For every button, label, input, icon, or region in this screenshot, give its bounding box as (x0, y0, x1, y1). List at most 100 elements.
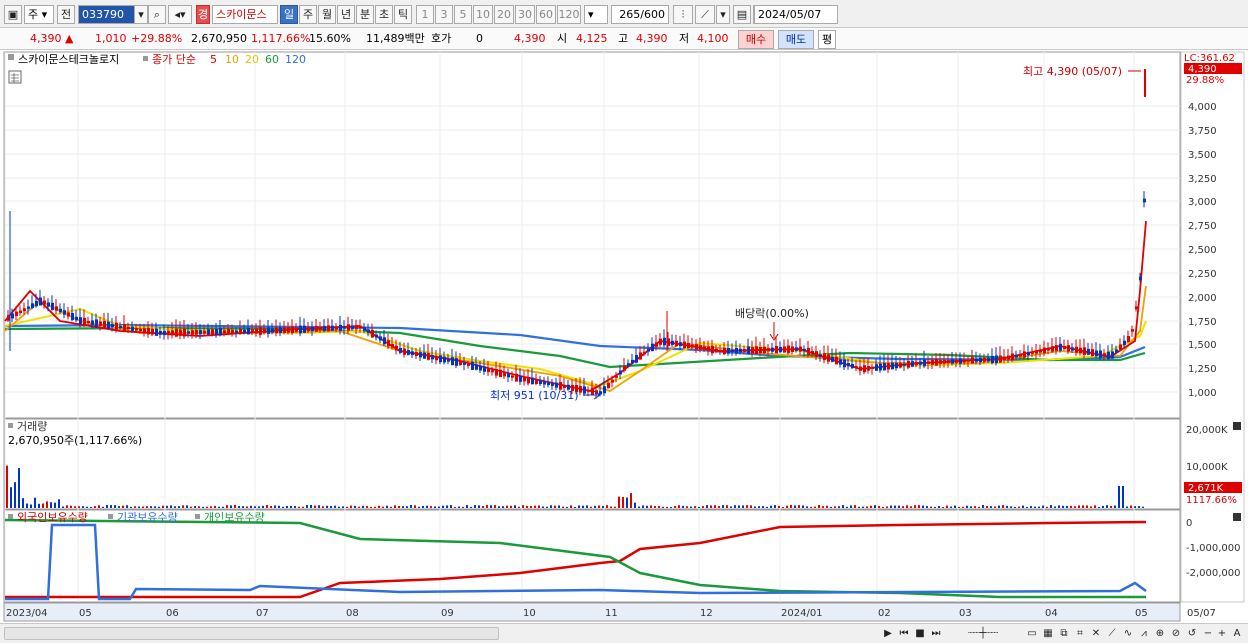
layout-grid-icon[interactable]: ▦ (1040, 626, 1056, 642)
interval-3[interactable]: 3 (435, 5, 453, 24)
date-field[interactable]: 2024/05/07 (754, 5, 838, 24)
volume-bar (650, 505, 652, 508)
x-axis-label: 2024/01 (781, 608, 823, 619)
reset-icon[interactable]: ↺ (1184, 626, 1200, 642)
market-select[interactable]: 주 ▾ (24, 5, 54, 24)
period-year[interactable]: 년 (337, 5, 355, 24)
volume-bar (470, 506, 472, 508)
volume-close-icon[interactable] (1233, 422, 1241, 430)
period-tick[interactable]: 틱 (394, 5, 412, 24)
wave-icon[interactable]: ∿ (1120, 626, 1136, 642)
interval-5[interactable]: 5 (454, 5, 472, 24)
code-dropdown-icon[interactable]: ▾ (134, 5, 148, 24)
candle-body (223, 330, 226, 334)
volume-bar (870, 505, 872, 508)
candle-body (431, 355, 434, 360)
draw-dropdown-icon[interactable]: ▾ (716, 5, 730, 24)
eval-button[interactable]: 평 (818, 30, 836, 49)
indicator-icon[interactable]: ⌗ (1072, 626, 1088, 642)
volume-bar (1022, 505, 1024, 508)
crosshair-icon[interactable]: ✕ (1088, 626, 1104, 642)
up-arrow-icon: ▲ (65, 32, 74, 45)
plus-icon[interactable]: + (1214, 626, 1230, 642)
candle-body (819, 354, 822, 357)
interval-120[interactable]: 120 (557, 5, 581, 24)
period-day[interactable]: 일 (280, 5, 298, 24)
draw-line-icon[interactable]: ⟋ (695, 5, 715, 24)
candle-body (715, 348, 718, 352)
buy-button[interactable]: 매수 (738, 30, 774, 49)
candle-body (579, 386, 582, 393)
split-view-icon[interactable]: ▭ (1024, 626, 1040, 642)
interval-30[interactable]: 30 (515, 5, 535, 24)
volume-bar (1106, 505, 1108, 508)
rewind-icon[interactable]: ⏮ (896, 626, 912, 642)
volume-bar (334, 505, 336, 508)
scroll-right-icon[interactable]: ▶ (880, 626, 896, 642)
volume-bar (618, 496, 620, 508)
candle-body (111, 324, 114, 328)
stock-code-input[interactable]: 033790 (78, 5, 136, 24)
candle-body (523, 377, 526, 382)
chart-area[interactable]: 4,000 3,750 3,500 3,250 3,000 2,750 2,500 2,250… (0, 51, 1248, 623)
period-week[interactable]: 주 (299, 5, 317, 24)
data-count[interactable]: 265/600 (611, 5, 669, 24)
candle-body (803, 348, 806, 352)
compare-icon[interactable]: ⧉ (1056, 626, 1072, 642)
interval-custom-select[interactable]: ▾ (584, 5, 608, 24)
interval-1[interactable]: 1 (416, 5, 434, 24)
interval-60[interactable]: 60 (536, 5, 556, 24)
fast-forward-icon[interactable]: ⏭ (928, 626, 944, 642)
legend-handle-icon[interactable] (8, 54, 14, 60)
erase-icon[interactable]: ⊘ (1168, 626, 1184, 642)
volume-bar (710, 505, 712, 508)
layout-icon[interactable]: ▣ (4, 5, 22, 24)
data-count-total: /600 (640, 8, 665, 21)
foreign-handle-icon[interactable] (8, 514, 13, 519)
inst-handle-icon[interactable] (108, 514, 113, 519)
save-icon[interactable]: ▤ (733, 5, 751, 24)
stop-icon[interactable]: ■ (912, 626, 928, 642)
period-second[interactable]: 초 (375, 5, 393, 24)
holdings-close-icon[interactable] (1233, 513, 1241, 521)
candle-body (871, 366, 874, 369)
indiv-handle-icon[interactable] (195, 514, 200, 519)
search-icon[interactable]: ⌕ (148, 5, 166, 24)
volume-bar (1086, 505, 1088, 508)
prev-button[interactable]: 전 (57, 5, 75, 24)
volume-bar (398, 506, 400, 508)
candle-body (143, 328, 146, 333)
stock-name-field[interactable]: 스카이문스 (212, 5, 278, 24)
candle-body (531, 377, 534, 385)
interval-10[interactable]: 10 (473, 5, 493, 24)
volume-bar (1046, 506, 1048, 508)
volume-handle-icon[interactable] (8, 423, 13, 428)
candle-body (243, 329, 246, 334)
chart-scrollbar[interactable] (4, 627, 499, 640)
candle-body (707, 346, 710, 352)
speaker-icon[interactable]: ◂▾ (168, 5, 192, 24)
candle-body (735, 347, 738, 354)
volume-bar (82, 506, 84, 508)
volume-bar (578, 505, 580, 508)
volume-bar (442, 505, 444, 508)
volume-bar (570, 505, 572, 508)
link-icon[interactable]: ⊕ (1152, 626, 1168, 642)
interval-20[interactable]: 20 (494, 5, 514, 24)
volume-bar (986, 505, 988, 508)
ma-handle-icon[interactable] (143, 56, 148, 61)
period-minute[interactable]: 분 (356, 5, 374, 24)
text-tool-icon[interactable]: A (1229, 626, 1245, 642)
candle-body (27, 306, 30, 309)
pattern-icon[interactable]: ⩘ (1136, 626, 1152, 642)
volume-pct: 1,117.66% (251, 32, 311, 45)
period-month[interactable]: 월 (318, 5, 336, 24)
volume-bar (62, 506, 64, 508)
zoom-slider[interactable]: ┈┈┼┈┈ (950, 626, 1016, 642)
volume-bar (166, 505, 168, 508)
trend-icon[interactable]: ⟋ (1104, 626, 1120, 642)
candle-icon[interactable]: ⫶ (673, 5, 693, 24)
sell-button[interactable]: 매도 (778, 30, 814, 49)
volume-bar (606, 505, 608, 508)
x-axis-label: 07 (256, 608, 269, 619)
